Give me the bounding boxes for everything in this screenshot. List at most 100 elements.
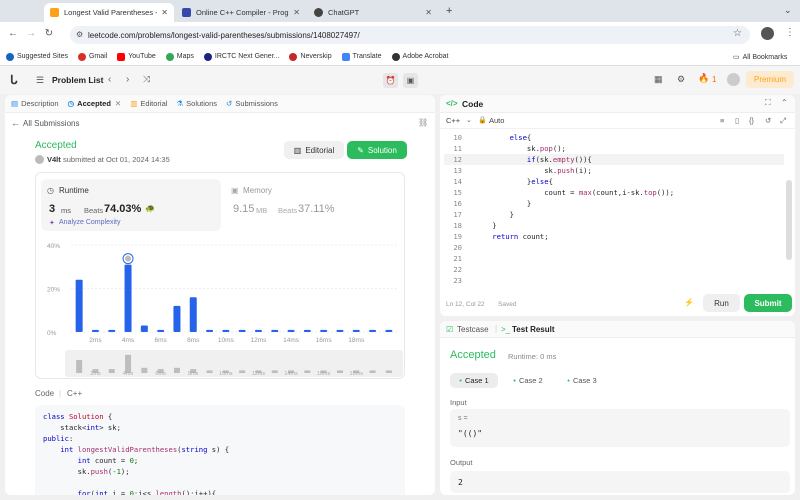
checkbox-icon: ☑	[446, 325, 454, 334]
bookmark-gmail[interactable]: Gmail	[77, 52, 107, 61]
bookmark-irctc[interactable]: IRCTC Next Gener...	[203, 52, 279, 61]
tab-testcase[interactable]: Testcase	[457, 325, 489, 334]
fullscreen-icon[interactable]: ⤢	[780, 116, 786, 126]
mini-bar	[385, 370, 392, 373]
code-line: sk.push(-1);	[43, 467, 130, 476]
case-3-tab[interactable]: • Case 3	[558, 373, 606, 388]
collapse-icon[interactable]: ⌃	[781, 98, 788, 107]
editor-line[interactable]: 14 }else{	[444, 176, 784, 187]
settings-gear-icon[interactable]: ⚙	[677, 74, 685, 85]
profile-avatar[interactable]	[761, 27, 774, 40]
editor-line[interactable]: 22	[444, 264, 784, 275]
bar	[124, 264, 132, 332]
bookmark-adobe-acrobat[interactable]: Adobe Acrobat	[391, 52, 448, 61]
browser-tab-compiler[interactable]: Online C++ Compiler - Progra ✕	[176, 3, 306, 22]
editor-line[interactable]: 17 }	[444, 209, 784, 220]
editor-line[interactable]: 13 sk.push(i);	[444, 165, 784, 176]
input-box[interactable]: s = "(()"	[450, 409, 790, 447]
close-tab-icon[interactable]: ✕	[161, 8, 168, 17]
user-avatar[interactable]	[727, 73, 740, 86]
layout-icon[interactable]: ▦	[654, 74, 663, 85]
cursor-position: Ln 12, Col 22	[446, 301, 485, 308]
mini-x-tick-label: 6ms	[155, 371, 166, 377]
editor-line[interactable]: 16 }	[444, 198, 784, 209]
close-tab-icon[interactable]: ✕	[425, 8, 432, 17]
editor-line[interactable]: 18 }	[444, 220, 784, 231]
bar	[222, 329, 230, 332]
editor-line[interactable]: 20	[444, 242, 784, 253]
maximize-icon[interactable]: ⛶	[765, 98, 771, 108]
browser-tab-chatgpt[interactable]: ChatGPT ✕	[308, 3, 438, 22]
mini-x-tick-label: 2ms	[90, 371, 101, 377]
run-button[interactable]: Run	[703, 294, 740, 312]
x-tick-label: 2ms	[89, 337, 102, 344]
tab-test-result[interactable]: Test Result	[512, 325, 555, 334]
bookmark-youtube[interactable]: YouTube	[117, 52, 156, 61]
output-box[interactable]: 2	[450, 471, 790, 493]
lock-icon: 🔒	[478, 117, 487, 124]
x-tick-label: 4ms	[122, 337, 135, 344]
editor-line[interactable]: 11 sk.pop();	[444, 143, 784, 154]
x-tick-label: 6ms	[155, 337, 168, 344]
streak-fire-icon[interactable]: 🔥	[698, 73, 709, 84]
bar	[157, 329, 165, 332]
browser-tab-bar: Longest Valid Parentheses - L ✕ Online C…	[0, 0, 800, 22]
editor-scrollbar[interactable]	[786, 180, 792, 260]
runtime-distribution-chart[interactable]: 40% 20% 0% 2ms 4ms 6ms 8ms 10ms 12ms 14ms 16ms 18ms…	[5, 95, 435, 385]
url-field[interactable]: ⚙ leetcode.com/problems/longest-valid-pa…	[70, 26, 750, 44]
braces-icon[interactable]: {}	[749, 116, 754, 125]
programiz-favicon-icon	[182, 8, 191, 17]
debug-icon[interactable]: ⚡	[684, 298, 694, 307]
shuffle-icon[interactable]: ⤨	[143, 74, 150, 85]
bookmark-translate[interactable]: Translate	[341, 52, 382, 61]
new-tab-button[interactable]: +	[446, 5, 452, 17]
next-problem-icon[interactable]: ›	[126, 74, 129, 85]
all-bookmarks[interactable]: ▭ All Bookmarks	[733, 53, 787, 62]
editor-toolbar: C++ ⌄ 🔒 Auto ≡ ▯ {} ↺ ⤢	[440, 113, 795, 129]
back-icon[interactable]: ←	[4, 28, 22, 39]
code-editor[interactable]: 10 else{11 sk.pop(); 12 if(sk.empty()){13…	[444, 132, 784, 286]
mini-x-tick-label: 14ms	[284, 371, 298, 377]
bookmarks-bar: Suggested Sites Gmail YouTube Maps IRCTC…	[0, 48, 800, 66]
editor-line[interactable]: 23	[444, 275, 784, 286]
premium-button[interactable]: Premium	[746, 71, 794, 88]
youtube-icon	[117, 52, 126, 61]
bar	[238, 329, 246, 332]
bookmark-maps[interactable]: Maps	[165, 52, 194, 61]
editor-line[interactable]: 10 else{	[444, 132, 784, 143]
browser-tab-leetcode[interactable]: Longest Valid Parentheses - L ✕	[44, 3, 174, 22]
notes-icon[interactable]: ▣	[403, 73, 418, 88]
bookmark-suggested-sites[interactable]: Suggested Sites	[6, 52, 68, 61]
input-var: s =	[458, 415, 468, 422]
prev-problem-icon[interactable]: ‹	[108, 74, 111, 85]
auto-mode[interactable]: Auto	[489, 116, 504, 125]
editor-line[interactable]: 19 return count;	[444, 231, 784, 242]
editor-line[interactable]: 12 if(sk.empty()){	[444, 154, 784, 165]
case-1-tab[interactable]: • Case 1	[450, 373, 498, 388]
close-tab-icon[interactable]: ✕	[293, 8, 300, 17]
format-icon[interactable]: ≡	[720, 116, 724, 125]
timer-icon[interactable]: ⏰	[383, 73, 398, 88]
x-tick-label: 18ms	[348, 337, 365, 344]
reset-icon[interactable]: ↺	[765, 116, 771, 125]
bar	[91, 329, 99, 332]
reload-icon[interactable]: ↻	[40, 28, 58, 39]
terminal-icon: >_	[501, 325, 511, 334]
editor-line[interactable]: 21	[444, 253, 784, 264]
submit-button[interactable]: Submit	[744, 294, 792, 312]
leetcode-navbar: ᒐ ☰ Problem List ‹ › ⤨ ⏰ ▣ ▦ ⚙ 🔥 1 Premi…	[0, 66, 800, 94]
editor-line[interactable]: 15 count = max(count,i-sk.top());	[444, 187, 784, 198]
site-info-icon[interactable]: ⚙	[76, 30, 83, 39]
y-tick-label: 20%	[47, 287, 60, 294]
problem-list-link[interactable]: Problem List	[52, 75, 103, 85]
bookmark-star-icon[interactable]: ☆	[733, 28, 742, 39]
tab-search-icon[interactable]: ⌄	[784, 5, 792, 16]
bookmark-neverskip[interactable]: Neverskip	[289, 52, 332, 61]
browser-menu-icon[interactable]: ⋮	[785, 27, 795, 38]
mini-bar	[336, 370, 343, 373]
language-select[interactable]: C++	[446, 116, 460, 125]
forward-icon[interactable]: →	[22, 28, 40, 39]
case-2-tab[interactable]: • Case 2	[504, 373, 552, 388]
leetcode-logo-icon[interactable]: ᒐ	[10, 73, 18, 87]
bookmark-icon[interactable]: ▯	[735, 116, 739, 125]
